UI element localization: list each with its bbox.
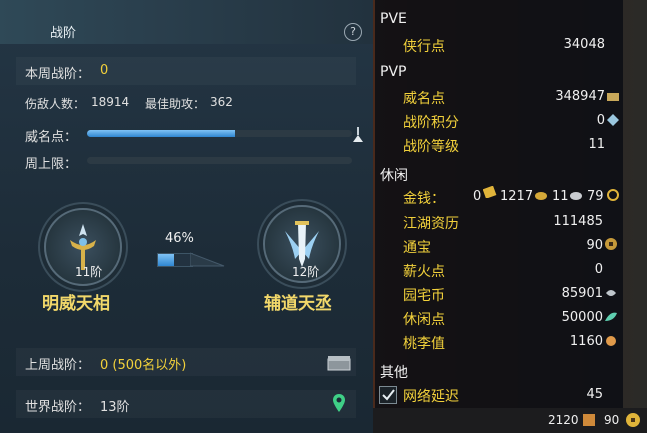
help-button[interactable]: ? (344, 23, 362, 41)
latency-value: 45 (586, 387, 603, 402)
week-rank-row: 本周战阶： 0 (16, 57, 356, 85)
boot-icon (583, 414, 595, 426)
world-rank-value: 13阶 (100, 400, 130, 415)
world-rank-row: 世界战阶： 13阶 (16, 390, 356, 418)
upgrade-progress-fill (158, 254, 174, 266)
current-rank-name: 明威天相 (42, 294, 110, 314)
leisure-label-0: 江湖资历 (403, 216, 459, 232)
status-left-value: 2120 (548, 413, 579, 427)
kills-value: 18914 (91, 95, 130, 109)
other-header: 其他 (380, 365, 408, 381)
check-icon (382, 389, 395, 401)
last-week-value: 0 (500名以外) (100, 358, 187, 373)
fame-bar (87, 130, 352, 137)
leisure-value-1: 90 (586, 238, 603, 253)
tongbao-coin-icon (605, 238, 617, 250)
leisure-label-5: 桃李值 (403, 336, 445, 352)
week-rank-value: 0 (100, 63, 109, 78)
pve-value: 34048 (563, 37, 605, 52)
leisure-label-1: 通宝 (403, 240, 431, 256)
money-copper: 11 (552, 189, 569, 204)
chest-icon[interactable] (327, 355, 351, 371)
coin-icon (607, 189, 619, 201)
pvp-label-1: 战阶积分 (403, 115, 459, 131)
copper-ingot-icon (570, 192, 582, 200)
leisure-value-4: 50000 (561, 310, 603, 325)
bar-marker-icon (353, 127, 363, 142)
pvp-value-0: 348947 (555, 89, 605, 104)
fame-icon (607, 93, 619, 101)
week-cap-label: 周上限： (25, 157, 78, 172)
last-week-row: 上周战阶： 0 (500名以外) (16, 348, 356, 376)
next-rank-name: 辅道天丞 (264, 294, 332, 314)
fame-bar-fill (87, 130, 236, 137)
pvp-label-2: 战阶等级 (403, 139, 459, 155)
leaf-icon (605, 312, 617, 321)
pvp-header: PVP (380, 64, 407, 80)
pve-header: PVE (380, 11, 407, 27)
week-cap-bar (87, 157, 352, 164)
upgrade-progress-bar (157, 253, 193, 267)
week-rank-label: 本周战阶： (25, 67, 91, 82)
pvp-label-0: 威名点 (403, 91, 445, 107)
leisure-label-3: 园宅币 (403, 288, 445, 304)
pvp-value-2: 11 (588, 137, 605, 152)
last-week-label: 上周战阶： (25, 358, 91, 373)
panel-title: 战阶 (50, 26, 77, 41)
leisure-value-3: 85901 (561, 286, 603, 301)
assist-value: 362 (210, 95, 233, 109)
latency-checkbox[interactable] (379, 386, 397, 404)
leisure-value-0: 111485 (553, 214, 603, 229)
leisure-value-5: 1160 (569, 334, 603, 349)
gold-ingot-icon (483, 186, 497, 198)
upgrade-percent: 46% (165, 231, 194, 246)
coin-icon (626, 413, 640, 427)
leisure-label-4: 休闲点 (403, 312, 445, 328)
status-right-value: 90 (604, 413, 620, 427)
arrow-right-icon (190, 252, 225, 267)
garden-coin-icon (606, 290, 616, 296)
money-silver: 1217 (500, 189, 534, 204)
world-rank-label: 世界战阶： (25, 400, 91, 415)
peach-icon (606, 336, 616, 346)
assist-label: 最佳助攻： (145, 97, 206, 111)
latency-label: 网络延迟 (403, 389, 459, 405)
kills-label: 伤敌人数： (25, 97, 86, 111)
war-rank-panel: 战阶 ? 本周战阶： 0 伤敌人数： 18914 最佳助攻： 362 威名点： … (0, 0, 373, 433)
leisure-header: 休闲 (380, 168, 408, 184)
silver-ingot-icon (535, 192, 547, 200)
status-bar: 2120 90 (373, 408, 647, 433)
next-rank-tier: 12阶 (292, 265, 320, 279)
location-pin-icon[interactable] (332, 393, 346, 413)
currency-tooltip-area: PVE 侠行点 34048 PVP 威名点 348947 战阶积分 0 战阶等级… (373, 0, 647, 433)
money-coin: 79 (587, 189, 604, 204)
money-gold: 0 (473, 189, 482, 204)
pvp-value-1: 0 (596, 113, 605, 128)
leisure-value-2: 0 (594, 262, 603, 277)
pve-label: 侠行点 (403, 39, 445, 55)
current-rank-tier: 11阶 (75, 265, 103, 279)
fame-label: 威名点： (25, 130, 78, 145)
leisure-label-2: 薪火点 (403, 264, 445, 280)
money-label: 金钱： (403, 191, 445, 207)
crystal-icon (607, 114, 619, 126)
